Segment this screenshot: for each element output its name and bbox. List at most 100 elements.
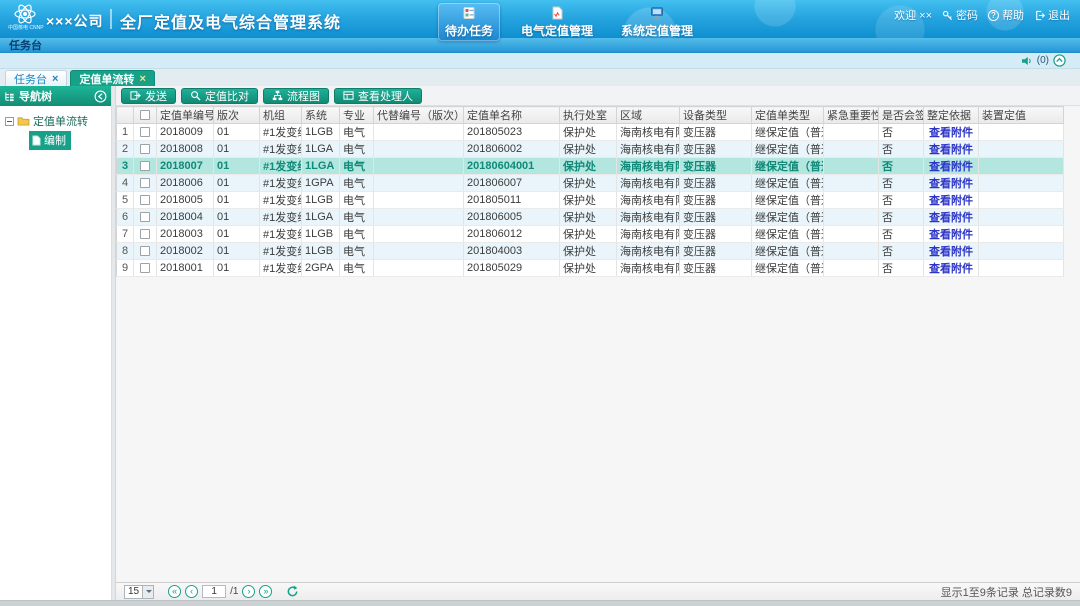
send-button[interactable]: 发送 — [121, 88, 176, 104]
cell-urgency — [824, 141, 879, 158]
row-checkbox[interactable] — [140, 246, 150, 256]
tree-collapse-icon[interactable] — [5, 117, 14, 126]
total-pages-label: /1 — [230, 586, 238, 597]
view-attachment-link[interactable]: 查看附件 — [929, 161, 973, 173]
view-attachment-link[interactable]: 查看附件 — [929, 127, 973, 139]
nav-todo-tasks[interactable]: 待办任务 — [438, 3, 500, 41]
tab-setting-sheet-flow[interactable]: 定值单流转 × — [70, 70, 154, 86]
view-attachment-link[interactable]: 查看附件 — [929, 246, 973, 258]
nav-electrical-setting-mgmt[interactable]: 电气定值管理 — [514, 3, 600, 41]
view-attachment-link[interactable]: 查看附件 — [929, 212, 973, 224]
cell-area: 海南核电有限公司 — [617, 141, 680, 158]
tab-strip: 任务台 × 定值单流转 × — [0, 69, 1080, 86]
row-checkbox[interactable] — [140, 144, 150, 154]
view-attachment-link[interactable]: 查看附件 — [929, 229, 973, 241]
table-row[interactable]: 1201800901#1发变组1LGB电气201805023保护处海南核电有限公… — [117, 124, 1064, 141]
first-page-button[interactable]: « — [168, 585, 181, 598]
app-window: 中国核电 CNNP ×××公司 全厂定值及电气综合管理系统 待办任务 — [0, 0, 1080, 606]
tab-setting-sheet-flow-close-icon[interactable]: × — [139, 74, 145, 84]
table-row[interactable]: 3201800701#1发变组1LGA电气20180604001保护处海南核电有… — [117, 158, 1064, 175]
cell-setting-basis: 查看附件 — [924, 175, 979, 192]
tree-node-compile[interactable]: 编制 — [29, 131, 106, 150]
cell-specialty: 电气 — [340, 141, 374, 158]
row-checkbox[interactable] — [140, 229, 150, 239]
flowchart-button[interactable]: 流程图 — [263, 88, 329, 104]
prev-page-button[interactable]: ‹ — [185, 585, 198, 598]
row-checkbox[interactable] — [140, 127, 150, 137]
row-checkbox[interactable] — [140, 178, 150, 188]
page-size-select[interactable]: 15 — [124, 585, 154, 599]
cell-specialty: 电气 — [340, 158, 374, 175]
column-header[interactable]: 设备类型 — [680, 107, 752, 124]
column-header[interactable]: 整定依据 — [924, 107, 979, 124]
cell-device-setting — [979, 226, 1064, 243]
cell-replaced-id — [374, 260, 464, 277]
cell-setting-basis: 查看附件 — [924, 192, 979, 209]
tab-workbench[interactable]: 任务台 × — [5, 70, 67, 86]
next-page-button[interactable]: › — [242, 585, 255, 598]
view-attachment-link[interactable]: 查看附件 — [929, 178, 973, 190]
row-number-cell: 6 — [117, 209, 134, 226]
row-checkbox-cell — [134, 260, 157, 277]
row-checkbox[interactable] — [140, 195, 150, 205]
column-header[interactable]: 定值单名称 — [464, 107, 560, 124]
tree-node-setting-sheet-flow[interactable]: 定值单流转 — [5, 113, 106, 129]
cell-department: 保护处 — [560, 175, 617, 192]
help-button[interactable]: ? 帮助 — [988, 7, 1024, 23]
column-header[interactable]: 执行处室 — [560, 107, 617, 124]
row-checkbox-cell — [134, 141, 157, 158]
cell-device-type: 变压器 — [680, 158, 752, 175]
table-row[interactable]: 8201800201#1发变组1LGB电气201804003保护处海南核电有限公… — [117, 243, 1064, 260]
cell-setting-basis: 查看附件 — [924, 243, 979, 260]
table-row[interactable]: 9201800101#1发变组2GPA电气201805029保护处海南核电有限公… — [117, 260, 1064, 277]
column-header[interactable]: 区域 — [617, 107, 680, 124]
column-header[interactable]: 定值单类型 — [752, 107, 824, 124]
page-number-input[interactable] — [202, 585, 226, 598]
column-header[interactable]: 定值单编号 — [157, 107, 214, 124]
row-checkbox[interactable] — [140, 212, 150, 222]
select-all-checkbox[interactable] — [140, 110, 150, 120]
cell-sheet-id: 2018004 — [157, 209, 214, 226]
refresh-icon[interactable] — [286, 585, 299, 598]
row-checkbox-cell — [134, 158, 157, 175]
table-row[interactable]: 4201800601#1发变组1GPA电气201806007保护处海南核电有限公… — [117, 175, 1064, 192]
cell-system: 1LGA — [302, 158, 340, 175]
cell-sheet-type: 继保定值（普通） — [752, 124, 824, 141]
speaker-icon[interactable] — [1021, 56, 1033, 66]
tab-workbench-close-icon[interactable]: × — [52, 74, 58, 84]
view-handler-button[interactable]: 查看处理人 — [334, 88, 422, 104]
table-row[interactable]: 5201800501#1发变组1LGB电气201805011保护处海南核电有限公… — [117, 192, 1064, 209]
row-checkbox[interactable] — [140, 263, 150, 273]
scroll-top-icon[interactable] — [1053, 54, 1066, 67]
column-header[interactable]: 版次 — [214, 107, 260, 124]
cell-device-setting — [979, 260, 1064, 277]
column-header[interactable]: 专业 — [340, 107, 374, 124]
table-row[interactable]: 2201800801#1发变组1LGA电气201806002保护处海南核电有限公… — [117, 141, 1064, 158]
grid-wrap: 定值单编号版次机组系统专业代替编号（版次）定值单名称执行处室区域设备类型定值单类… — [116, 106, 1080, 277]
column-header[interactable]: 装置定值 — [979, 107, 1064, 124]
password-button[interactable]: 密码 — [942, 7, 978, 23]
logout-button[interactable]: 退出 — [1034, 7, 1070, 23]
row-checkbox[interactable] — [140, 161, 150, 171]
cell-replaced-id — [374, 226, 464, 243]
view-attachment-link[interactable]: 查看附件 — [929, 263, 973, 275]
table-row[interactable]: 7201800301#1发变组1LGB电气201806012保护处海南核电有限公… — [117, 226, 1064, 243]
last-page-button[interactable]: » — [259, 585, 272, 598]
setting-compare-button[interactable]: 定值比对 — [181, 88, 258, 104]
column-header[interactable]: 是否会签 — [879, 107, 924, 124]
column-header[interactable]: 代替编号（版次） — [374, 107, 464, 124]
cell-sheet-id: 2018009 — [157, 124, 214, 141]
cell-sheet-id: 2018003 — [157, 226, 214, 243]
view-attachment-link[interactable]: 查看附件 — [929, 144, 973, 156]
cell-sheet-type: 继保定值（普通） — [752, 158, 824, 175]
cell-sheet-type: 继保定值（普通） — [752, 209, 824, 226]
column-header[interactable]: 紧急重要性 — [824, 107, 879, 124]
cell-area: 海南核电有限公司 — [617, 158, 680, 175]
column-header[interactable]: 机组 — [260, 107, 302, 124]
table-row[interactable]: 6201800401#1发变组1LGA电气201806005保护处海南核电有限公… — [117, 209, 1064, 226]
cell-department: 保护处 — [560, 243, 617, 260]
nav-system-setting-mgmt[interactable]: 系统定值管理 — [614, 3, 700, 41]
column-header[interactable]: 系统 — [302, 107, 340, 124]
view-attachment-link[interactable]: 查看附件 — [929, 195, 973, 207]
sidebar-collapse-icon[interactable] — [94, 90, 107, 103]
